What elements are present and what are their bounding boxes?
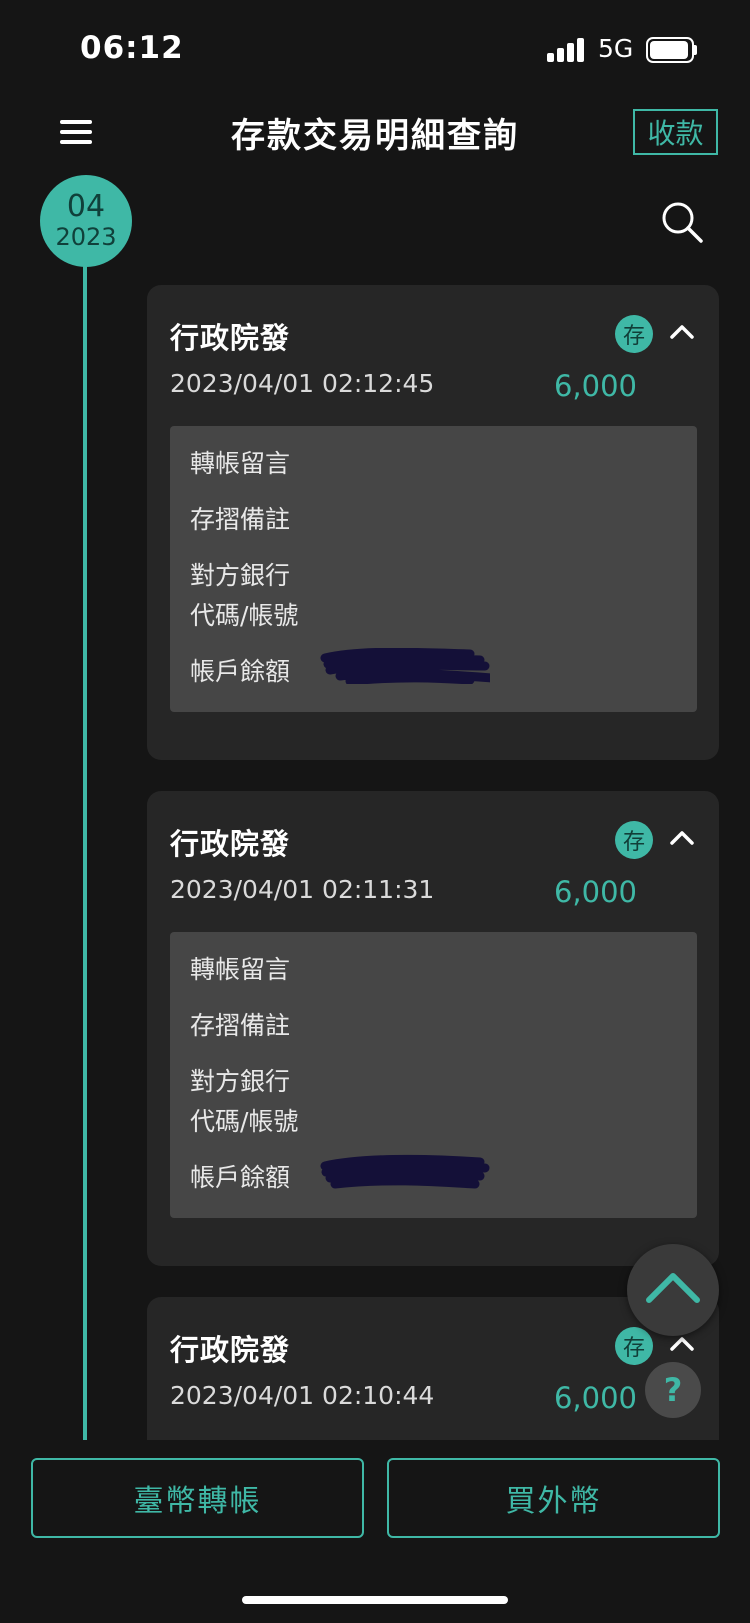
redaction-scribble — [320, 1154, 490, 1189]
deposit-badge: 存 — [615, 821, 653, 859]
collect-button[interactable]: 收款 — [633, 109, 718, 155]
battery-icon — [646, 37, 697, 63]
counterparty-account-label: 代碼/帳號 — [190, 601, 299, 630]
chevron-up-icon[interactable] — [667, 823, 697, 853]
timeline-date-bubble: 04 2023 — [40, 175, 132, 267]
transaction-amount: 6,000 — [553, 875, 637, 909]
redaction-scribble — [320, 648, 490, 684]
cellular-signal-icon — [547, 38, 587, 62]
balance-label: 帳戶餘額 — [190, 657, 291, 686]
home-indicator[interactable] — [242, 1596, 508, 1604]
transaction-detail-panel: 轉帳留言 存摺備註 對方銀行 代碼/帳號 帳戶餘額 — [170, 932, 697, 1218]
balance-label: 帳戶餘額 — [190, 1163, 291, 1192]
status-time: 06:12 — [80, 30, 184, 66]
chevron-up-icon[interactable] — [667, 317, 697, 347]
counterparty-bank-label: 對方銀行 — [190, 561, 291, 590]
payer-name: 行政院發 — [170, 321, 291, 355]
transaction-datetime: 2023/04/01 02:10:44 — [170, 1381, 435, 1410]
chevron-up-icon — [646, 1273, 700, 1303]
transaction-card: 行政院發 存 2023/04/01 02:11:31 6,000 轉帳留言 存摺… — [147, 791, 719, 1266]
memo-label: 存摺備註 — [190, 1011, 291, 1040]
deposit-badge: 存 — [615, 315, 653, 353]
transaction-detail-panel: 轉帳留言 存摺備註 對方銀行 代碼/帳號 帳戶餘額 — [170, 426, 697, 712]
search-icon[interactable] — [660, 200, 704, 244]
message-label: 轉帳留言 — [190, 955, 291, 984]
counterparty-account-label: 代碼/帳號 — [190, 1107, 299, 1136]
timeline-line — [83, 250, 87, 1440]
transaction-datetime: 2023/04/01 02:12:45 — [170, 369, 435, 398]
scroll-to-top-button[interactable] — [627, 1244, 719, 1336]
transaction-card: 行政院發 存 2023/04/01 02:12:45 6,000 轉帳留言 存摺… — [147, 285, 719, 760]
network-type: 5G — [598, 34, 634, 63]
transaction-amount: 6,000 — [553, 369, 637, 403]
payer-name: 行政院發 — [170, 1333, 291, 1367]
timeline-year: 2023 — [55, 223, 117, 251]
help-button[interactable]: ? — [645, 1362, 701, 1418]
counterparty-bank-label: 對方銀行 — [190, 1067, 291, 1096]
memo-label: 存摺備註 — [190, 505, 291, 534]
transaction-amount: 6,000 — [553, 1381, 637, 1415]
buy-foreign-currency-button[interactable]: 買外幣 — [387, 1458, 720, 1538]
payer-name: 行政院發 — [170, 827, 291, 861]
twd-transfer-button[interactable]: 臺幣轉帳 — [31, 1458, 364, 1538]
transaction-datetime: 2023/04/01 02:11:31 — [170, 875, 435, 904]
timeline-month: 04 — [66, 189, 106, 224]
message-label: 轉帳留言 — [190, 449, 291, 478]
